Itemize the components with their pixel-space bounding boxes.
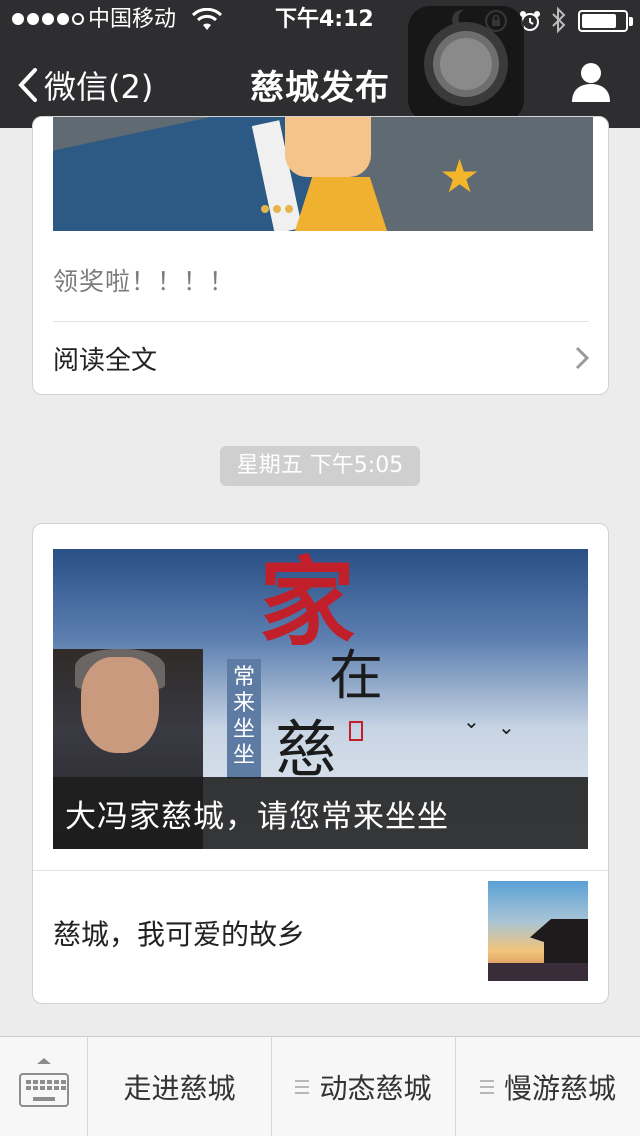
assistive-touch-button[interactable] <box>408 6 524 122</box>
page-title: 慈城发布 <box>250 68 390 108</box>
signal-strength-icon <box>12 13 84 25</box>
keyboard-toggle-button[interactable] <box>0 1037 88 1136</box>
submenu-icon <box>479 1080 494 1094</box>
seal-stamp <box>349 721 363 741</box>
top-bar: 中国移动 下午4:12 微信(2) 慈城发布 <box>0 0 640 128</box>
cover-art-char: 在 <box>329 644 383 707</box>
cover-caption: 大冯家慈城，请您常来坐坐 <box>65 799 449 835</box>
message-timestamp: 星期五 下午5:05 <box>220 446 420 486</box>
award-banner-image: ★ <box>53 117 593 231</box>
menu-item-tour[interactable]: 慢游慈城 <box>456 1037 640 1136</box>
read-more-label: 阅读全文 <box>53 346 158 376</box>
submenu-icon <box>295 1080 310 1094</box>
bird-icon: ⌄ <box>463 709 480 733</box>
cover-art-vertical-text: 常来坐坐 <box>227 659 261 779</box>
sub-article-item[interactable]: 慈城，我可爱的故乡 <box>53 871 593 995</box>
article-card-multi: 家 常来坐坐 在 慈 ⌄ ⌄ 大冯家慈城，请您常来坐坐 慈城，我可爱的故乡 <box>32 523 609 1004</box>
bottom-menu-bar: 走进慈城 动态慈城 慢游慈城 <box>0 1036 640 1136</box>
status-time: 下午4:12 <box>275 7 374 32</box>
divider <box>53 321 589 322</box>
keyboard-icon <box>19 1073 69 1107</box>
cover-article[interactable]: 家 常来坐坐 在 慈 ⌄ ⌄ 大冯家慈城，请您常来坐坐 <box>53 549 588 849</box>
menu-label: 走进慈城 <box>123 1072 236 1105</box>
bluetooth-icon <box>552 6 566 34</box>
star-icon: ★ <box>439 149 481 203</box>
article-card-award: ★ 领奖啦！！！！ 阅读全文 <box>32 116 609 395</box>
menu-item-explore[interactable]: 走进慈城 <box>88 1037 272 1136</box>
menu-label: 慢游慈城 <box>503 1072 616 1105</box>
profile-icon[interactable] <box>570 60 612 104</box>
sub-article-title: 慈城，我可爱的故乡 <box>53 918 306 951</box>
read-full-article-link[interactable]: 阅读全文 <box>53 323 593 393</box>
carrier-name: 中国移动 <box>88 7 177 32</box>
chevron-right-icon <box>575 346 590 370</box>
article-description: 领奖啦！！！！ <box>53 267 236 296</box>
wifi-icon <box>192 8 222 30</box>
cover-art-char: 慈 <box>275 713 338 786</box>
menu-item-news[interactable]: 动态慈城 <box>272 1037 456 1136</box>
bird-icon: ⌄ <box>498 715 515 739</box>
battery-icon <box>578 10 633 32</box>
status-bar: 中国移动 下午4:12 <box>0 0 640 40</box>
sub-article-thumbnail <box>488 881 588 981</box>
menu-label: 动态慈城 <box>319 1072 432 1105</box>
caret-up-icon <box>37 1058 51 1064</box>
